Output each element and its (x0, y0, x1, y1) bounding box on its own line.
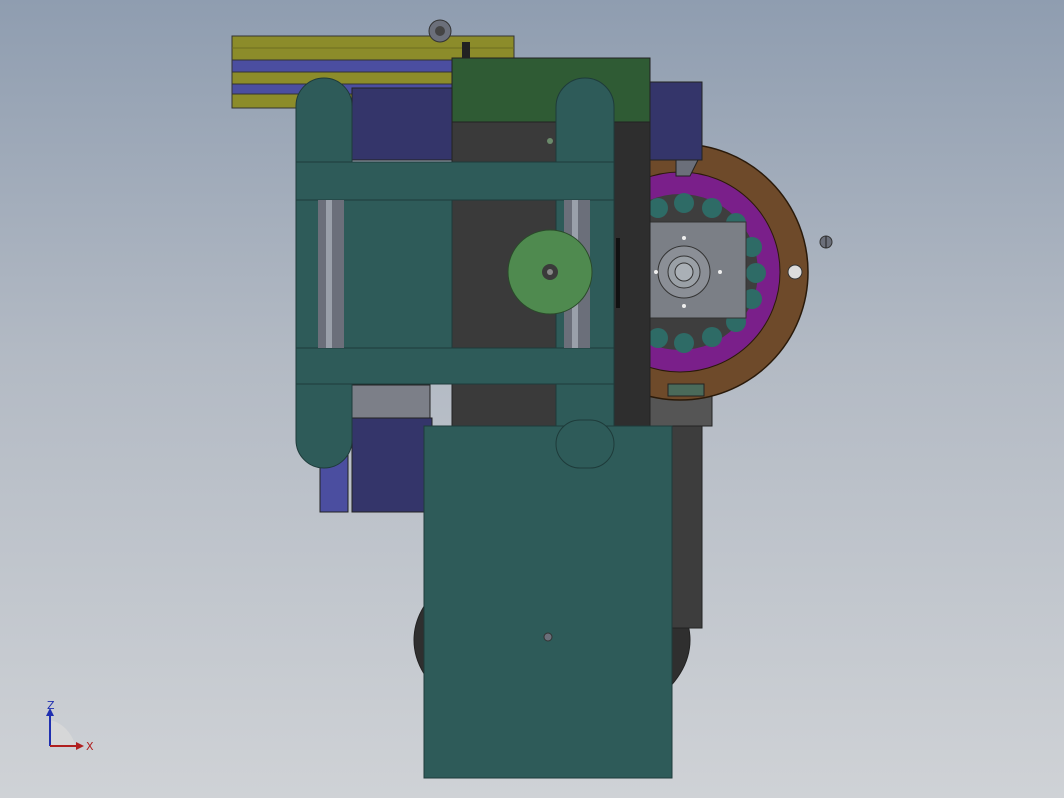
machine-assembly-model[interactable] (0, 0, 1064, 798)
center-hub[interactable] (507, 229, 593, 315)
slot-marker (616, 238, 620, 308)
bearing-block[interactable] (667, 383, 705, 397)
spindle-housing[interactable] (649, 221, 747, 319)
z-axis-label: Z (47, 699, 55, 712)
cad-viewport[interactable]: Z X (0, 0, 1064, 798)
axis-triad: Z X (46, 699, 94, 753)
x-axis-label: X (86, 740, 94, 753)
set-screw[interactable] (819, 235, 833, 249)
triad-plane (50, 720, 76, 746)
x-arrow-icon (76, 742, 84, 750)
lower-panel[interactable] (423, 419, 673, 779)
eyebolt[interactable] (428, 19, 452, 43)
